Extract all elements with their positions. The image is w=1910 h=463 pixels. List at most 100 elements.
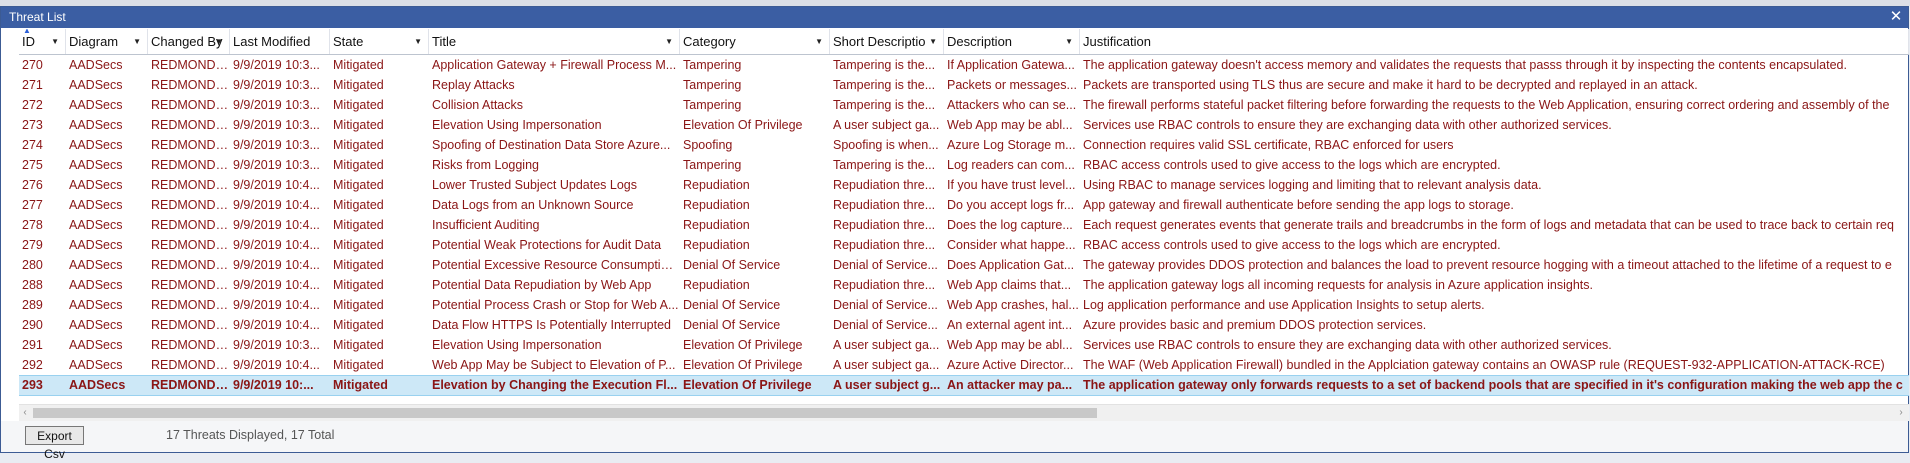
table-row[interactable]: 271 AADSecs REDMOND\v-f...9/9/2019 10:3...… bbox=[19, 75, 1909, 95]
cell-state: Mitigated bbox=[333, 258, 384, 272]
cell-title: Elevation by Changing the Execution Fl..… bbox=[432, 378, 678, 392]
table-row[interactable]: 288 AADSecs REDMOND\v-f...9/9/2019 10:4...… bbox=[19, 275, 1909, 295]
column-header-label: Title bbox=[432, 34, 457, 49]
cell-description: An attacker may pa... bbox=[947, 378, 1073, 392]
cell-category: Spoofing bbox=[683, 138, 733, 152]
scroll-right-icon[interactable]: › bbox=[1895, 405, 1907, 421]
table-row[interactable]: 277 AADSecs REDMOND\v-f...9/9/2019 10:4...… bbox=[19, 195, 1909, 215]
table-row[interactable]: 291 AADSecs REDMOND\v-f...9/9/2019 10:3...… bbox=[19, 335, 1909, 355]
cell-short-description: Repudiation thre... bbox=[833, 278, 936, 292]
table-row[interactable]: 279 AADSecs REDMOND\v-f...9/9/2019 10:4...… bbox=[19, 235, 1909, 255]
column-header-short-description[interactable]: Short Descriptio ▼ bbox=[830, 29, 944, 54]
column-header-last-modified[interactable]: Last Modified bbox=[230, 29, 330, 54]
cell-title: Potential Data Repudiation by Web App bbox=[432, 278, 652, 292]
cell-state: Mitigated bbox=[333, 358, 384, 372]
cell-changed-by: REDMOND\v-f... bbox=[151, 58, 230, 72]
cell-description: Web App may be abl... bbox=[947, 338, 1073, 352]
cell-category: Tampering bbox=[683, 78, 742, 92]
table-row[interactable]: 293 AADSecs REDMOND\v... 9/9/2019 10:... Mit… bbox=[19, 375, 1909, 396]
cell-id: 290 bbox=[22, 318, 43, 332]
cell-state: Mitigated bbox=[333, 158, 384, 172]
cell-diagram: AADSecs bbox=[69, 58, 123, 72]
horizontal-scrollbar[interactable]: ‹ › bbox=[19, 404, 1909, 421]
cell-category: Denial Of Service bbox=[683, 258, 781, 272]
table-row[interactable]: 289 AADSecs REDMOND\v-f...9/9/2019 10:4...… bbox=[19, 295, 1909, 315]
cell-changed-by: REDMOND\v-f... bbox=[151, 138, 230, 152]
cell-id: 277 bbox=[22, 198, 43, 212]
cell-short-description: Repudiation thre... bbox=[833, 178, 936, 192]
cell-diagram: AADSecs bbox=[69, 318, 123, 332]
cell-category: Repudiation bbox=[683, 178, 750, 192]
scroll-left-icon[interactable]: ‹ bbox=[19, 405, 31, 421]
table-row[interactable]: 274 AADSecs REDMOND\v-f...9/9/2019 10:3...… bbox=[19, 135, 1909, 155]
column-header-justification[interactable]: Justification bbox=[1080, 29, 1909, 54]
cell-short-description: Repudiation thre... bbox=[833, 238, 936, 252]
column-header-changed-by[interactable]: Changed By ▼ bbox=[148, 29, 230, 54]
table-row[interactable]: 292 AADSecs REDMOND\v-f...9/9/2019 10:4...… bbox=[19, 355, 1909, 375]
cell-category: Repudiation bbox=[683, 198, 750, 212]
cell-description: Azure Active Director... bbox=[947, 358, 1074, 372]
column-header-label: State bbox=[333, 34, 364, 49]
sort-ascending-icon: ▲ bbox=[23, 29, 31, 35]
cell-changed-by: REDMOND\v-f... bbox=[151, 158, 230, 172]
export-csv-button[interactable]: Export Csv bbox=[25, 426, 84, 461]
filter-dropdown-icon[interactable]: ▼ bbox=[133, 29, 141, 54]
cell-id: 278 bbox=[22, 218, 43, 232]
scrollbar-thumb[interactable] bbox=[33, 408, 1097, 418]
cell-last-modified: 9/9/2019 10:4... bbox=[233, 278, 320, 292]
cell-diagram: AADSecs bbox=[69, 158, 123, 172]
cell-state: Mitigated bbox=[333, 338, 384, 352]
filter-dropdown-icon[interactable]: ▼ bbox=[665, 29, 673, 54]
cell-changed-by: REDMOND\v-f... bbox=[151, 178, 230, 192]
cell-description: Does the log capture... bbox=[947, 218, 1073, 232]
column-header-state[interactable]: State ▼ bbox=[330, 29, 429, 54]
cell-changed-by: REDMOND\v-f... bbox=[151, 258, 230, 272]
threat-grid: ID ▲ ▼ Diagram ▼ Changed By ▼ Last Modified Stat… bbox=[19, 29, 1909, 405]
filter-dropdown-icon[interactable]: ▼ bbox=[414, 29, 422, 54]
cell-id: 280 bbox=[22, 258, 43, 272]
table-row[interactable]: 273 AADSecs REDMOND\v-f...9/9/2019 10:3...… bbox=[19, 115, 1909, 135]
cell-state: Mitigated bbox=[333, 218, 384, 232]
cell-description: Does Application Gat... bbox=[947, 258, 1075, 272]
column-header-label: Changed By bbox=[151, 34, 223, 49]
cell-description: Log readers can com... bbox=[947, 158, 1075, 172]
threat-list-window: Threat List ✕ ID ▲ ▼ Diagram ▼ Changed By ▼ Las… bbox=[0, 6, 1909, 461]
filter-dropdown-icon[interactable]: ▼ bbox=[51, 29, 59, 54]
cell-short-description: A user subject g... bbox=[833, 378, 941, 392]
cell-justification: Connection requires valid SSL certificat… bbox=[1083, 138, 1454, 152]
filter-dropdown-icon[interactable]: ▼ bbox=[1065, 29, 1073, 54]
filter-dropdown-icon[interactable]: ▼ bbox=[815, 29, 823, 54]
cell-short-description: Denial of Service... bbox=[833, 258, 938, 272]
cell-last-modified: 9/9/2019 10:4... bbox=[233, 258, 320, 272]
cell-justification: The application gateway logs all incomin… bbox=[1083, 278, 1594, 292]
table-row[interactable]: 272 AADSecs REDMOND\v-f...9/9/2019 10:3...… bbox=[19, 95, 1909, 115]
table-row[interactable]: 290 AADSecs REDMOND\v-f...9/9/2019 10:4...… bbox=[19, 315, 1909, 335]
cell-changed-by: REDMOND\v-f... bbox=[151, 198, 230, 212]
table-row[interactable]: 270 AADSecs REDMOND\v-f...9/9/2019 10:3...… bbox=[19, 55, 1909, 75]
column-header-diagram[interactable]: Diagram ▼ bbox=[66, 29, 148, 54]
column-header-description[interactable]: Description ▼ bbox=[944, 29, 1080, 54]
cell-justification: RBAC access controls used to give access… bbox=[1083, 238, 1501, 252]
table-row[interactable]: 276 AADSecs REDMOND\v-f...9/9/2019 10:4...… bbox=[19, 175, 1909, 195]
column-header-id[interactable]: ID ▲ ▼ bbox=[19, 29, 66, 54]
cell-justification: Azure provides basic and premium DDOS pr… bbox=[1083, 318, 1427, 332]
cell-state: Mitigated bbox=[333, 178, 384, 192]
cell-title: Lower Trusted Subject Updates Logs bbox=[432, 178, 637, 192]
cell-changed-by: REDMOND\v-f... bbox=[151, 78, 230, 92]
cell-justification: The application gateway only forwards re… bbox=[1083, 378, 1903, 392]
column-header-category[interactable]: Category ▼ bbox=[680, 29, 830, 54]
table-row[interactable]: 278 AADSecs REDMOND\v-f...9/9/2019 10:4...… bbox=[19, 215, 1909, 235]
table-row[interactable]: 280 AADSecs REDMOND\v-f...9/9/2019 10:4...… bbox=[19, 255, 1909, 275]
cell-description: Attackers who can se... bbox=[947, 98, 1077, 112]
table-row[interactable]: 275 AADSecs REDMOND\v-f...9/9/2019 10:3...… bbox=[19, 155, 1909, 175]
cell-state: Mitigated bbox=[333, 278, 384, 292]
cell-justification: Log application performance and use Appl… bbox=[1083, 298, 1485, 312]
cell-last-modified: 9/9/2019 10:4... bbox=[233, 178, 320, 192]
close-icon[interactable]: ✕ bbox=[1888, 7, 1904, 28]
cell-description: Azure Log Storage m... bbox=[947, 138, 1076, 152]
column-header-title[interactable]: Title ▼ bbox=[429, 29, 680, 54]
cell-changed-by: REDMOND\v... bbox=[151, 378, 230, 392]
filter-dropdown-icon[interactable]: ▼ bbox=[215, 29, 223, 54]
filter-dropdown-icon[interactable]: ▼ bbox=[929, 29, 937, 54]
cell-changed-by: REDMOND\v-f... bbox=[151, 118, 230, 132]
